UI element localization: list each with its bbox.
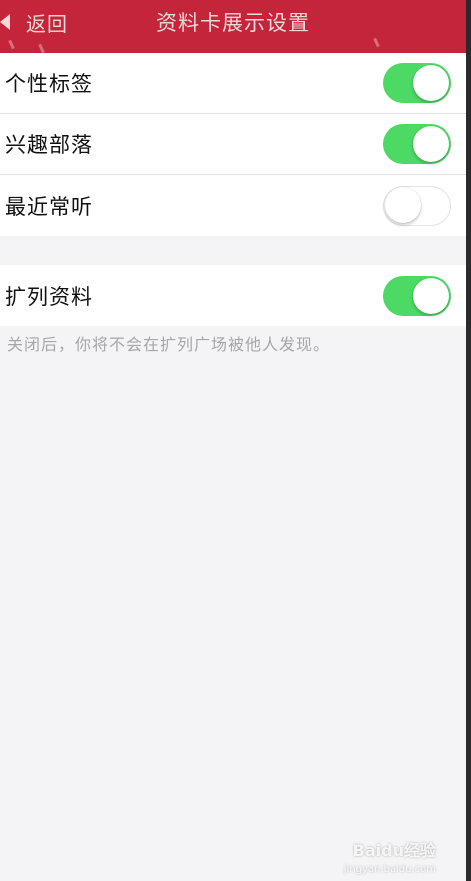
setting-label: 最近常听 — [5, 194, 93, 219]
setting-row-tags: 个性标签 — [0, 53, 466, 114]
extend-group: 扩列资料 — [0, 265, 466, 326]
toggle-knob — [385, 187, 421, 223]
confetti-decoration — [373, 37, 380, 48]
footnote-text: 关闭后，你将不会在扩列广场被他人发现。 — [7, 335, 331, 354]
setting-row-extend-profile: 扩列资料 — [0, 265, 466, 326]
confetti-decoration — [38, 43, 45, 53]
toggle-knob — [413, 126, 449, 162]
watermark-brand: Baidu经验 — [352, 841, 436, 860]
setting-row-recent-music: 最近常听 — [0, 175, 466, 236]
setting-label: 兴趣部落 — [5, 133, 93, 157]
watermark-url: jingyan.baidu.com — [343, 864, 436, 875]
toggle-switch-tags[interactable] — [383, 63, 451, 103]
screen-edge — [466, 0, 471, 881]
toggle-switch-tribe[interactable] — [383, 124, 451, 164]
toggle-switch-recent-music[interactable] — [383, 185, 451, 226]
profile-display-group: 个性标签 兴趣部落 最近常听 — [0, 53, 466, 236]
settings-screen: 返回 资料卡展示设置 个性标签 兴趣部落 最近常听 扩列资料 关闭后，你将不会在… — [0, 0, 466, 881]
toggle-knob — [413, 65, 449, 101]
page-title: 资料卡展示设置 — [156, 11, 310, 35]
toggle-knob — [413, 277, 449, 314]
navigation-bar: 返回 资料卡展示设置 — [0, 0, 466, 53]
setting-row-tribe: 兴趣部落 — [0, 114, 466, 175]
setting-label: 扩列资料 — [5, 284, 93, 309]
toggle-switch-extend-profile[interactable] — [383, 275, 451, 316]
confetti-decoration — [8, 39, 15, 50]
setting-label: 个性标签 — [5, 72, 93, 96]
